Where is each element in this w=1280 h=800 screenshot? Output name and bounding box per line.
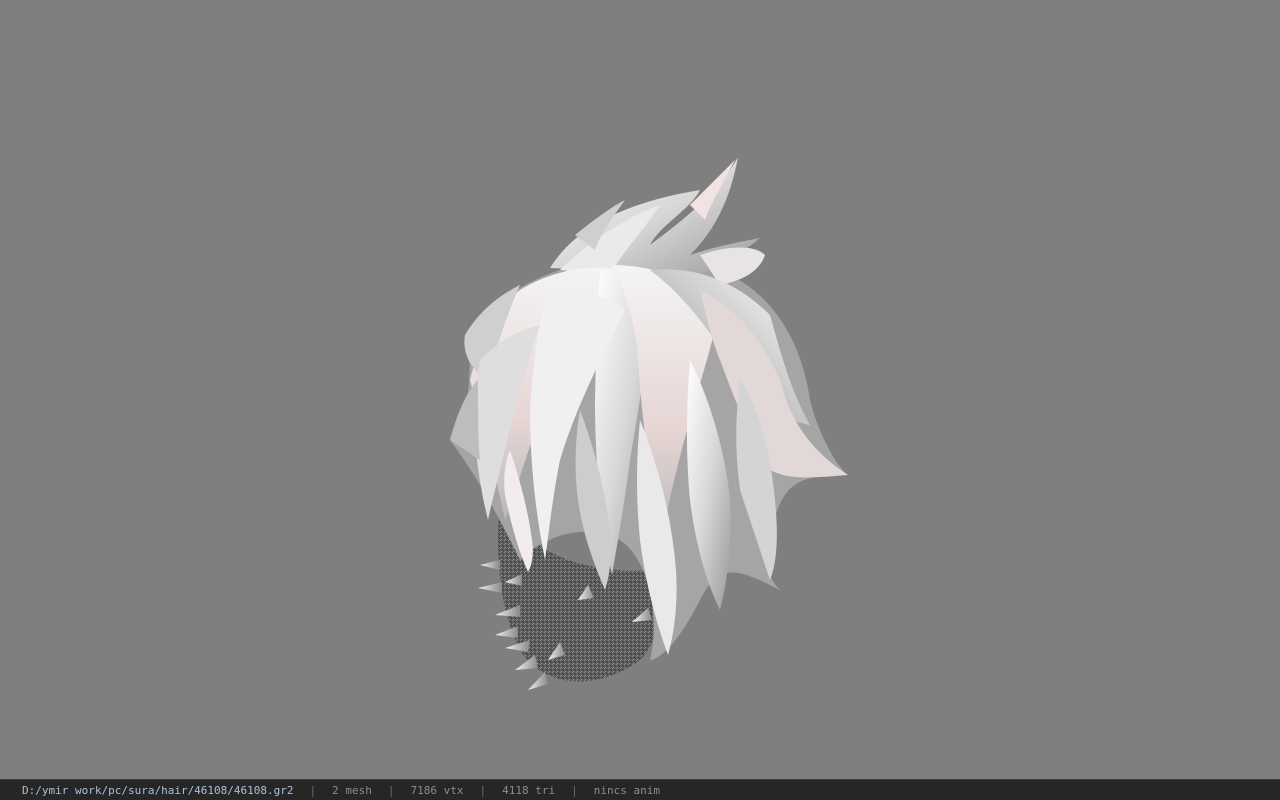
separator: | xyxy=(309,783,317,797)
vertex-count: 7186 vtx xyxy=(410,783,464,797)
mesh-count: 2 mesh xyxy=(332,783,372,797)
hair-top xyxy=(550,157,765,285)
separator: | xyxy=(571,783,578,797)
3d-viewport[interactable] xyxy=(0,0,1280,779)
status-bar: D:/ymir work/pc/sura/hair/46108/46108.gr… xyxy=(0,779,1280,800)
triangle-count: 4118 tri xyxy=(502,783,556,797)
model-render xyxy=(450,157,848,690)
animation-status: nincs anim xyxy=(593,783,660,797)
model-path: D:/ymir work/pc/sura/hair/46108/46108.gr… xyxy=(22,783,294,797)
separator: | xyxy=(479,783,487,797)
separator: | xyxy=(387,783,395,797)
